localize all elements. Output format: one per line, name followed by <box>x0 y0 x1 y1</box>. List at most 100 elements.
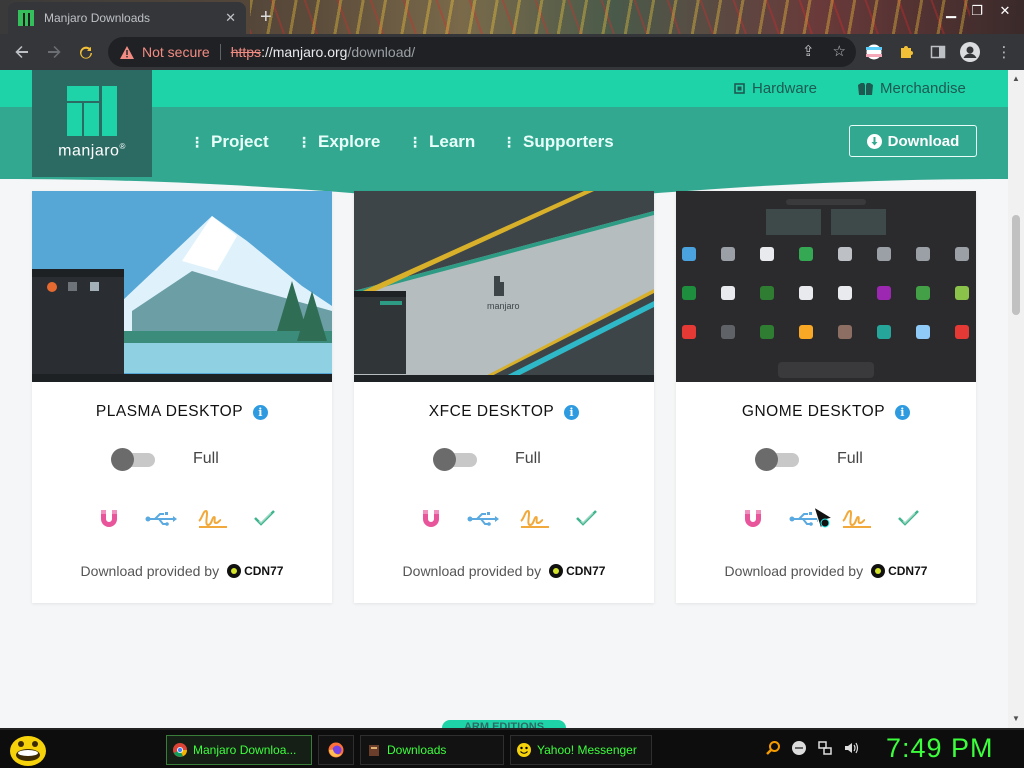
extensions-puzzle-icon[interactable] <box>896 42 916 62</box>
cdn77-pin-icon <box>871 564 886 578</box>
signature-icon[interactable] <box>518 506 552 532</box>
checkmark-icon[interactable] <box>892 506 926 532</box>
profile-avatar-icon[interactable] <box>960 42 980 62</box>
not-secure-label[interactable]: Not secure <box>142 44 210 60</box>
yahoo-icon <box>517 743 531 757</box>
flag-extension-icon[interactable] <box>864 42 884 62</box>
download-button[interactable]: Download <box>849 125 977 157</box>
manjaro-logo[interactable]: manjaro® <box>32 70 152 177</box>
manjaro-logo-icon <box>67 86 117 137</box>
cdn77-logo[interactable]: CDN77 <box>871 564 927 578</box>
plasma-provider: Download provided by CDN77 <box>32 563 332 579</box>
manjaro-favicon-icon <box>18 10 34 26</box>
gnome-full-label: Full <box>837 450 863 467</box>
nav-learn[interactable]: ⋮ Learn <box>408 132 475 152</box>
hardware-link[interactable]: Hardware <box>733 80 817 97</box>
system-tray <box>765 740 859 756</box>
merchandise-link[interactable]: Merchandise <box>857 80 966 97</box>
xfce-wallpaper-logo: manjaro <box>487 301 520 311</box>
xfce-card: manjaro XFCE DESKTOP i Full Download pro… <box>354 191 654 603</box>
nav-explore[interactable]: ⋮ Explore <box>297 132 380 152</box>
menu-dots-icon: ⋮ <box>190 133 204 150</box>
usb-icon[interactable] <box>466 506 500 532</box>
new-tab-button[interactable]: + <box>260 6 272 29</box>
checkmark-icon[interactable] <box>248 506 282 532</box>
url-scheme: https <box>230 44 262 60</box>
xfce-provider: Download provided by CDN77 <box>354 563 654 579</box>
xfce-title-text: XFCE DESKTOP <box>428 403 555 420</box>
xfce-title: XFCE DESKTOP i <box>354 403 654 421</box>
smiley-tray-icon[interactable] <box>791 740 807 756</box>
signature-icon[interactable] <box>840 506 874 532</box>
reload-icon[interactable] <box>70 36 102 68</box>
menu-dots-icon: ⋮ <box>408 133 422 150</box>
checkmark-icon[interactable] <box>570 506 604 532</box>
close-window-icon[interactable]: ✕ <box>990 0 1020 22</box>
arm-editions-tab[interactable]: ARM EDITIONS <box>442 720 566 728</box>
nav-learn-label: Learn <box>429 132 476 151</box>
info-icon[interactable]: i <box>895 404 911 420</box>
xfce-full-label: Full <box>515 450 541 467</box>
start-button[interactable] <box>8 733 48 767</box>
download-button-label: Download <box>887 132 960 150</box>
cdn77-label: CDN77 <box>566 564 606 578</box>
side-panel-icon[interactable] <box>928 42 948 62</box>
bookmark-star-icon[interactable]: ☆ <box>833 42 846 60</box>
scroll-down-icon[interactable]: ▼ <box>1012 714 1020 723</box>
scroll-up-icon[interactable]: ▲ <box>1012 74 1020 83</box>
forward-icon[interactable] <box>38 36 70 68</box>
browser-menu-icon[interactable]: ⋮ <box>994 42 1014 62</box>
xfce-download-options <box>414 506 604 532</box>
cdn77-label: CDN77 <box>888 564 928 578</box>
network-icon[interactable] <box>817 740 833 756</box>
download-circle-icon <box>866 133 882 149</box>
xfce-full-toggle[interactable] <box>433 448 479 471</box>
task-yahoo-messenger[interactable]: Yahoo! Messenger <box>510 735 652 765</box>
cdn77-logo[interactable]: CDN77 <box>227 564 283 578</box>
signature-icon[interactable] <box>196 506 230 532</box>
nav-project-label: Project <box>211 132 269 151</box>
xfce-screenshot[interactable]: manjaro <box>354 191 654 382</box>
plasma-full-toggle[interactable] <box>111 448 157 471</box>
magnet-icon[interactable] <box>736 506 770 532</box>
task-chrome[interactable]: Manjaro Downloa... <box>166 735 312 765</box>
back-icon[interactable] <box>6 36 38 68</box>
task-downloads[interactable]: Downloads <box>360 735 504 765</box>
plasma-full-label: Full <box>193 450 219 467</box>
page-scrollbar[interactable]: ▲ ▼ <box>1008 70 1024 728</box>
search-tray-icon[interactable] <box>765 740 781 756</box>
restore-icon[interactable]: ❐ <box>962 0 992 22</box>
scrollbar-thumb[interactable] <box>1012 215 1020 315</box>
task-firefox[interactable] <box>318 735 354 765</box>
taskbar-clock[interactable]: 7:49 PM <box>886 733 994 764</box>
cdn77-pin-icon <box>227 564 242 578</box>
plasma-screenshot[interactable] <box>32 191 332 382</box>
menu-dots-icon: ⋮ <box>297 133 311 150</box>
share-icon[interactable]: ⇪ <box>802 42 815 60</box>
plasma-title: PLASMA DESKTOP i <box>32 403 332 421</box>
chip-icon <box>734 83 745 94</box>
nav-project[interactable]: ⋮ Project <box>190 132 269 152</box>
warning-triangle-icon[interactable] <box>120 45 134 59</box>
magnet-icon[interactable] <box>92 506 126 532</box>
gnome-card: GNOME DESKTOP i Full Download provided b… <box>676 191 976 603</box>
provider-text: Download provided by <box>402 563 542 579</box>
plasma-card: PLASMA DESKTOP i Full Download provided … <box>32 191 332 603</box>
info-icon[interactable]: i <box>253 404 269 420</box>
browser-tab[interactable]: Manjaro Downloads ✕ <box>8 2 246 34</box>
gnome-full-toggle[interactable] <box>755 448 801 471</box>
nav-supporters[interactable]: ⋮ Supporters <box>502 132 614 152</box>
info-icon[interactable]: i <box>564 404 580 420</box>
tab-title: Manjaro Downloads <box>44 11 151 25</box>
usb-icon[interactable] <box>144 506 178 532</box>
url-path: /download/ <box>347 44 416 60</box>
magnet-icon[interactable] <box>414 506 448 532</box>
taskbar: Manjaro Downloa... Downloads Yahoo! Mess… <box>0 728 1024 768</box>
gnome-provider: Download provided by CDN77 <box>676 563 976 579</box>
address-bar[interactable]: Not secure https://manjaro.org/download/… <box>108 37 856 67</box>
cdn77-logo[interactable]: CDN77 <box>549 564 605 578</box>
volume-icon[interactable] <box>843 740 859 756</box>
nav-supporters-label: Supporters <box>523 132 614 151</box>
gnome-screenshot[interactable] <box>676 191 976 382</box>
tab-close-icon[interactable]: ✕ <box>225 10 236 26</box>
